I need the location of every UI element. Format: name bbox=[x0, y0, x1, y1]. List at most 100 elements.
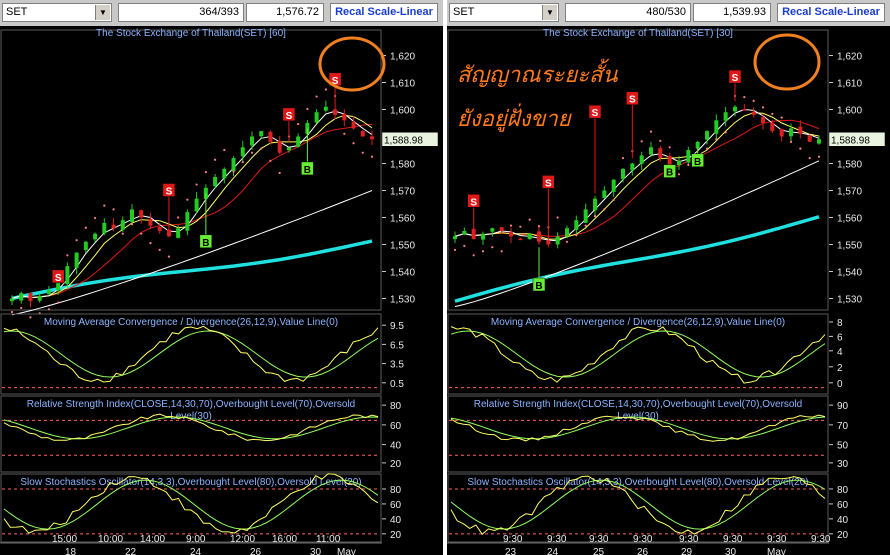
time-axis-label: 9:00 bbox=[186, 534, 206, 545]
ma-slow-red-line bbox=[454, 119, 820, 237]
stoch-pane-title: Slow Stochastics Oscillator(14,3,3),Over… bbox=[467, 477, 808, 488]
chevron-down-icon[interactable]: ▼ bbox=[542, 5, 557, 20]
time-axis-label: 9:30 bbox=[767, 534, 787, 545]
candle-body bbox=[83, 241, 88, 251]
left-symbol-select[interactable]: SET ▼ bbox=[2, 3, 112, 22]
candle-body bbox=[723, 112, 728, 121]
time-axis-label: 11:00 bbox=[316, 534, 341, 545]
candle-body bbox=[46, 290, 51, 295]
time-axis-label: 15:00 bbox=[52, 534, 77, 545]
date-axis-label: 22 bbox=[125, 547, 137, 555]
left-recal-scale-button[interactable]: Recal Scale-Linear bbox=[330, 3, 438, 22]
sar-dot bbox=[621, 157, 625, 160]
macd-pane-signal-line bbox=[450, 330, 826, 378]
candle-body bbox=[807, 135, 812, 142]
candle-body bbox=[649, 147, 653, 155]
sar-dot bbox=[158, 248, 161, 251]
sar-dot bbox=[241, 161, 244, 164]
macd-pane-tick-label: 6 bbox=[837, 332, 843, 343]
sar-dot bbox=[20, 306, 23, 310]
candle-body bbox=[351, 121, 356, 129]
price-tick-label: 1,530 bbox=[837, 295, 862, 306]
candle-body bbox=[761, 117, 765, 123]
macd-pane-tick-label: 8 bbox=[837, 318, 843, 329]
macd-pane-signal-line bbox=[3, 330, 379, 378]
right-bar-counter: 480/530 bbox=[565, 3, 691, 22]
candle-body bbox=[28, 293, 33, 302]
price-tick-label: 1,580 bbox=[837, 160, 862, 171]
candle-body bbox=[555, 236, 560, 245]
sar-dot bbox=[260, 147, 263, 150]
signal-label: B bbox=[535, 281, 542, 292]
sar-dot bbox=[140, 232, 143, 235]
stoch-pane-tick-label: 60 bbox=[837, 500, 849, 511]
sar-dot bbox=[269, 159, 272, 162]
candle-body bbox=[185, 212, 190, 231]
sar-dot bbox=[808, 157, 811, 160]
sar-dot bbox=[47, 308, 51, 311]
right-chart-canvas[interactable]: The Stock Exchange of Thailand(SET) [30]… bbox=[447, 26, 890, 555]
candle-body bbox=[139, 210, 144, 218]
candle-body bbox=[602, 190, 607, 199]
candle-body bbox=[733, 106, 737, 112]
time-axis-label: 9:30 bbox=[679, 534, 699, 545]
sar-dot bbox=[130, 223, 134, 226]
sar-dot bbox=[789, 140, 793, 143]
right-symbol-select[interactable]: SET ▼ bbox=[449, 3, 559, 22]
sar-dot bbox=[481, 250, 485, 253]
candle-body bbox=[509, 232, 513, 237]
left-chart-panel: SET ▼ 364/393 1,576.72 Recal Scale-Linea… bbox=[0, 0, 443, 555]
rsi-pane-tick-label: 30 bbox=[837, 459, 849, 470]
rsi-pane-tick-label: 80 bbox=[390, 401, 402, 412]
macd-pane-tick-label: 6.5 bbox=[390, 340, 404, 351]
candle-body bbox=[10, 298, 14, 302]
candle-body bbox=[268, 131, 273, 142]
price-tick-label: 1,540 bbox=[390, 268, 415, 279]
candle-body bbox=[574, 220, 579, 230]
stoch-pane-tick-label: 40 bbox=[390, 515, 402, 526]
sar-dot bbox=[103, 204, 106, 207]
sar-dot bbox=[10, 310, 14, 314]
candle-body bbox=[213, 177, 218, 186]
time-axis-label: 9:30 bbox=[811, 534, 831, 545]
candle-body bbox=[677, 160, 681, 166]
candle-body bbox=[583, 209, 588, 223]
date-axis-label: 26 bbox=[250, 547, 262, 555]
time-axis-label: 10:00 bbox=[98, 534, 123, 545]
candle-body bbox=[789, 128, 793, 137]
signal-label: B bbox=[304, 165, 311, 176]
price-tick-label: 1,560 bbox=[390, 214, 415, 225]
annotation-thai-line-1: สัญญาณระยะสั้น bbox=[457, 58, 618, 87]
sar-dot bbox=[57, 301, 60, 304]
chevron-down-icon[interactable]: ▼ bbox=[95, 5, 110, 20]
candle-body bbox=[314, 112, 319, 123]
right-symbol-value: SET bbox=[453, 6, 475, 18]
candle-body bbox=[19, 293, 24, 301]
candle-body bbox=[65, 266, 70, 285]
date-axis-label: 26 bbox=[637, 547, 649, 555]
price-tick-label: 1,620 bbox=[390, 52, 415, 63]
price-tick-label: 1,570 bbox=[837, 187, 862, 198]
time-axis-label: 9:30 bbox=[723, 534, 743, 545]
ma-long-line bbox=[454, 215, 820, 303]
candle-body bbox=[157, 227, 162, 231]
candle-body bbox=[593, 198, 597, 211]
sar-dot bbox=[556, 216, 559, 219]
right-recal-scale-button[interactable]: Recal Scale-Linear bbox=[777, 3, 885, 22]
candle-body bbox=[259, 131, 264, 137]
candle-body bbox=[240, 147, 245, 157]
candle-body bbox=[527, 233, 532, 240]
signal-label: B bbox=[202, 238, 209, 249]
left-chart-canvas[interactable]: The Stock Exchange of Thailand(SET) [60]… bbox=[0, 26, 443, 555]
sar-dot bbox=[817, 155, 821, 158]
sar-dot bbox=[213, 158, 217, 161]
date-axis-label: 23 bbox=[505, 547, 517, 555]
candle-body bbox=[621, 168, 625, 179]
macd-pane-title: Moving Average Convergence / Divergence(… bbox=[491, 317, 785, 328]
candle-body bbox=[537, 231, 541, 242]
candle-body bbox=[658, 148, 663, 159]
sar-dot bbox=[799, 147, 802, 150]
sar-dot bbox=[500, 250, 503, 253]
sar-dot bbox=[84, 226, 87, 229]
candle-body bbox=[817, 139, 821, 144]
